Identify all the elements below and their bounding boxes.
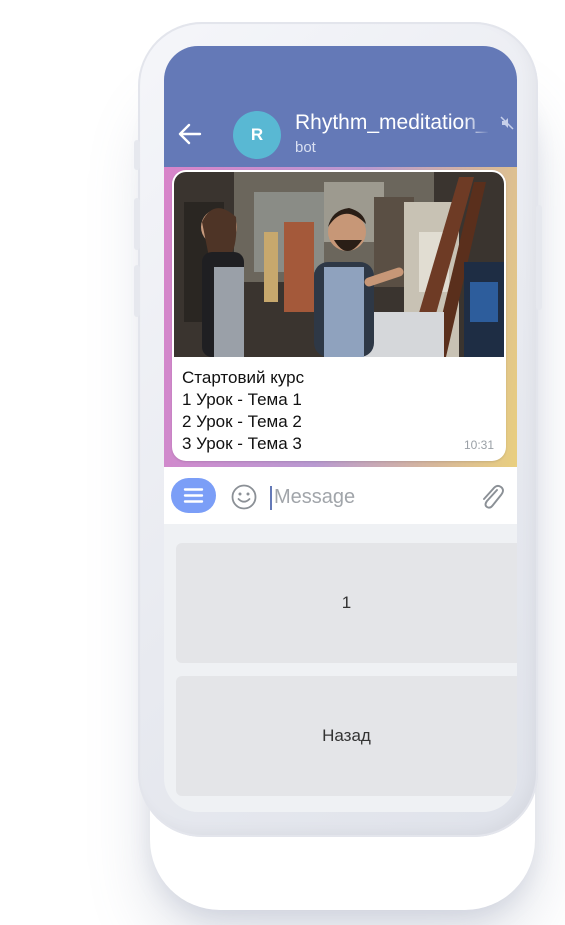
menu-icon [183,488,204,503]
arrow-left-icon[interactable] [178,123,202,145]
message-line: 3 Урок - Тема 3 [182,434,302,453]
keyboard-button-label: Назад [322,726,371,745]
phone-side-button [134,265,140,317]
title-fade [464,109,500,139]
message-input-bar [164,467,517,524]
mute-icon [500,116,514,130]
chat-header: R Rhythm_meditation_bot bot [164,46,517,167]
menu-button[interactable] [171,478,216,513]
phone-screen: R Rhythm_meditation_bot bot Стартовий ку… [164,46,517,812]
phone-side-button [134,140,140,170]
chat-subtitle: bot [295,139,316,156]
phone-power-button [536,205,542,310]
message-line: 1 Урок - Тема 1 [182,390,302,409]
avatar[interactable]: R [233,111,281,159]
message-photo[interactable] [174,172,504,357]
message-time: 10:31 [463,438,494,452]
message-line: 2 Урок - Тема 2 [182,412,302,431]
message-input[interactable] [274,483,454,511]
text-caret [270,486,272,510]
keyboard-button-1[interactable]: 1 [176,543,517,663]
paperclip-icon[interactable] [478,482,504,512]
smile-icon[interactable] [231,484,257,510]
message-line: Стартовий курс [182,368,305,387]
phone-side-button [134,198,140,250]
keyboard-button-label: 1 [341,593,352,612]
studio-photo-image [174,172,504,357]
keyboard-button-back[interactable]: Назад [176,676,517,796]
message-text: Стартовий курс 1 Урок - Тема 1 2 Урок - … [182,367,304,455]
message-bubble: Стартовий курс 1 Урок - Тема 1 2 Урок - … [172,170,506,461]
